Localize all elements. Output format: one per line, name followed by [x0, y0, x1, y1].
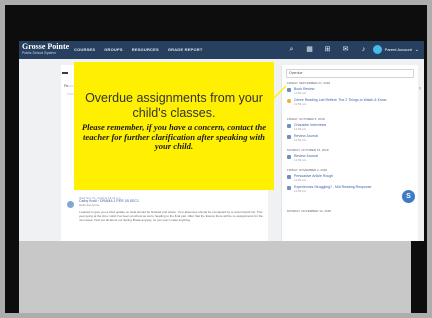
- arrow-line: [267, 85, 287, 105]
- chevron-right-icon[interactable]: ›: [419, 86, 421, 92]
- chat-button[interactable]: S: [402, 190, 415, 203]
- callout-arrow: [267, 85, 287, 105]
